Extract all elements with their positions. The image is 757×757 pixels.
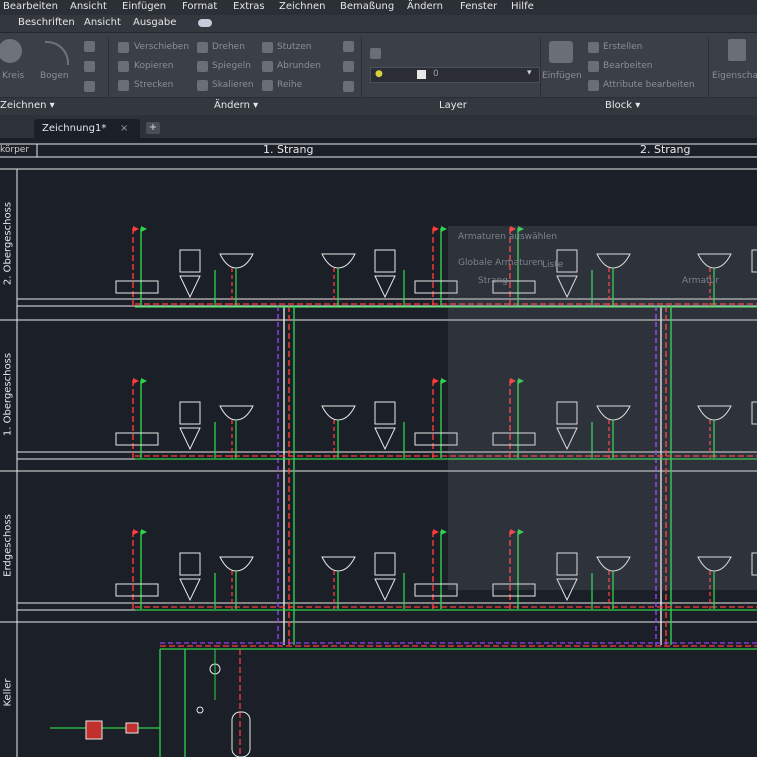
dialog-row-2: Liste xyxy=(542,260,564,270)
floor-label-1og: 1. Obergeschoss xyxy=(2,352,14,437)
armaturen-dialog-ghost: Armaturen auswählen Globale Armaturen Li… xyxy=(448,226,757,590)
basement-equipment xyxy=(50,649,251,757)
dialog-row-1: Globale Armaturen xyxy=(458,258,544,268)
strang-label-1: 1. Strang xyxy=(263,143,314,156)
dialog-row-4: Armatur xyxy=(682,276,719,286)
strang-label-2: 2. Strang xyxy=(640,143,691,156)
floor-label-eg: Erdgeschoss xyxy=(2,514,14,577)
column-header-left: körper xyxy=(0,145,30,155)
dialog-title: Armaturen auswählen xyxy=(458,232,558,242)
floor-label-2og: 2. Obergeschoss xyxy=(2,201,14,286)
dialog-row-3: Strang xyxy=(478,276,508,286)
floor-label-keller: Keller xyxy=(2,678,14,707)
